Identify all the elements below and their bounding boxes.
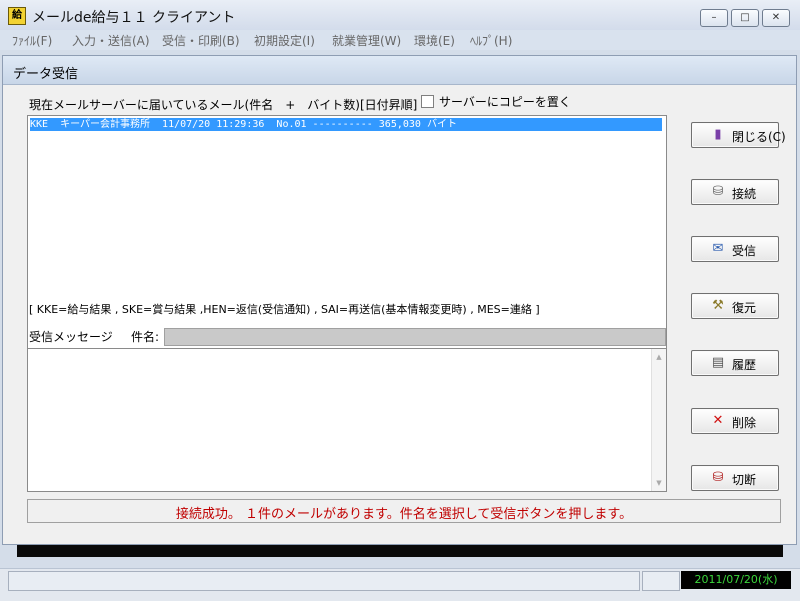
menu-input-send[interactable]: 入力・送信(A) — [72, 32, 150, 49]
message-caption: 受信メッセージ — [29, 330, 113, 344]
history-button[interactable]: ▤ 履歴 — [691, 350, 779, 376]
scroll-up-icon[interactable]: ▲ — [654, 353, 664, 361]
server-disconnect-icon: ⛁ — [712, 470, 724, 485]
status-message: 接続成功。 １件のメールがあります。件名を選択して受信ボタンを押します。 — [175, 507, 633, 522]
menu-help[interactable]: ﾍﾙﾌﾟ(H) — [470, 32, 512, 49]
restore-button[interactable]: ⚒ 復元 — [691, 293, 779, 319]
status-bar: 2011/07/20(水) — [0, 568, 800, 601]
subject-field — [164, 328, 666, 346]
disconnect-button-label: 切断 — [732, 473, 757, 487]
status-message-box: 接続成功。 １件のメールがあります。件名を選択して受信ボタンを押します。 — [27, 499, 781, 523]
close-window-button[interactable]: ✕ — [762, 9, 790, 27]
mail-list[interactable]: KKE キーパー会計事務所 11/07/20 11:29:36 No.01 --… — [27, 115, 667, 355]
menu-work-management[interactable]: 就業管理(W) — [332, 32, 401, 49]
checkbox-box[interactable] — [421, 95, 434, 108]
mail-list-item[interactable]: KKE キーパー会計事務所 11/07/20 11:29:36 No.01 --… — [30, 118, 662, 131]
history-button-label: 履歴 — [732, 358, 757, 372]
data-receive-dialog: データ受信 現在メールサーバーに届いているメール(件名 + バイト数)[日付昇順… — [2, 55, 797, 545]
message-textarea[interactable]: ▲ ▼ — [27, 348, 667, 492]
copy-to-server-checkbox[interactable]: サーバーにコピーを置く — [421, 93, 581, 109]
mail-receive-icon: ✉ — [712, 241, 724, 256]
dialog-title-bar: データ受信 — [3, 56, 796, 85]
status-panel-main — [8, 571, 640, 591]
delete-button[interactable]: ✕ 削除 — [691, 408, 779, 434]
history-icon: ▤ — [711, 355, 725, 370]
minimize-button[interactable]: – — [700, 9, 728, 27]
menu-receive-print[interactable]: 受信・印刷(B) — [162, 32, 240, 49]
connect-button[interactable]: ⛁ 接続 — [691, 179, 779, 205]
dialog-title: データ受信 — [13, 67, 79, 82]
menu-initial-settings[interactable]: 初期設定(I) — [254, 32, 315, 49]
door-icon: ▮ — [714, 127, 722, 142]
delete-button-label: 削除 — [732, 416, 757, 430]
app-icon: 給 — [8, 7, 26, 25]
connect-button-label: 接続 — [732, 187, 757, 201]
disconnect-button[interactable]: ⛁ 切断 — [691, 465, 779, 491]
checkbox-label[interactable]: サーバーにコピーを置く — [439, 93, 571, 110]
mail-list-caption: 現在メールサーバーに届いているメール(件名 + バイト数)[日付昇順] — [29, 98, 418, 112]
status-panel-small — [642, 571, 680, 591]
scroll-down-icon[interactable]: ▼ — [654, 479, 664, 487]
window-title: メールde給与１１ クライアント — [32, 10, 236, 26]
message-scrollbar[interactable]: ▲ ▼ — [651, 349, 666, 491]
receive-button-label: 受信 — [732, 244, 757, 258]
restore-icon: ⚒ — [712, 298, 724, 313]
subject-label: 件名: — [131, 330, 160, 344]
mail-type-legend: [ KKE=給与結果 , SKE=賞与結果 ,HEN=返信(受信通知) , SA… — [29, 303, 540, 316]
menu-environment[interactable]: 環境(E) — [414, 32, 455, 49]
window-title-bar: 給 メールde給与１１ クライアント – □ ✕ — [0, 0, 800, 31]
server-connect-icon: ⛁ — [712, 184, 724, 199]
maximize-button[interactable]: □ — [731, 9, 759, 27]
restore-button-label: 復元 — [732, 301, 757, 315]
menu-file[interactable]: ﾌｧｲﾙ(F) — [12, 32, 52, 49]
menu-bar: ﾌｧｲﾙ(F) 入力・送信(A) 受信・印刷(B) 初期設定(I) 就業管理(W… — [0, 30, 800, 50]
close-button-label: 閉じる(C) — [732, 130, 786, 144]
status-date: 2011/07/20(水) — [681, 571, 791, 589]
close-button[interactable]: ▮ 閉じる(C) — [691, 122, 786, 148]
background-bar — [17, 545, 783, 557]
receive-button[interactable]: ✉ 受信 — [691, 236, 779, 262]
delete-icon: ✕ — [712, 413, 724, 428]
